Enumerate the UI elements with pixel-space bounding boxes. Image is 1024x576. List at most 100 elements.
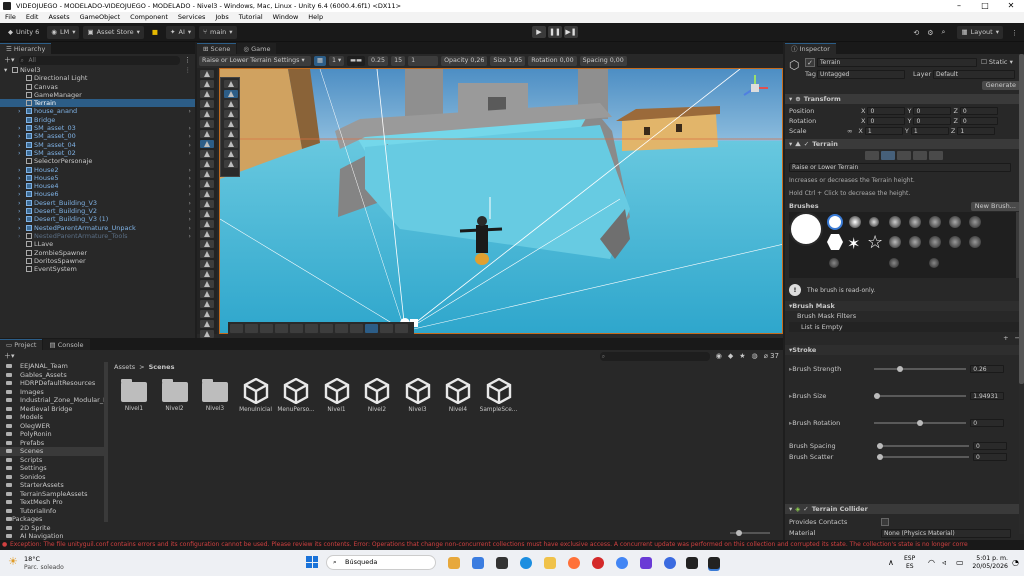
- package-item[interactable]: AI Navigation: [0, 532, 108, 540]
- generate-button[interactable]: Generate: [981, 81, 1020, 90]
- menu-file[interactable]: File: [0, 12, 21, 23]
- transform-scale-x-field[interactable]: 1: [864, 127, 903, 135]
- terrain-tool-dropdown[interactable]: Raise or Lower Terrain: [789, 162, 1011, 172]
- transform-rotation-x-field[interactable]: 0: [867, 117, 906, 125]
- terrain-tool-icon[interactable]: [200, 250, 214, 258]
- menu-window[interactable]: Window: [268, 12, 304, 23]
- hierarchy-item[interactable]: LLave: [0, 240, 195, 248]
- chevron-right-icon[interactable]: ›: [18, 107, 21, 115]
- prefab-open-icon[interactable]: ›: [188, 166, 191, 174]
- hierarchy-item[interactable]: EventSystem: [0, 265, 195, 273]
- prefab-open-icon[interactable]: ›: [188, 232, 191, 240]
- status-bar[interactable]: ● Exception: The file unityguil.conf con…: [0, 540, 1024, 550]
- transform-tool-icon[interactable]: [224, 120, 238, 128]
- rotation-field[interactable]: Rotation 0,00: [528, 56, 577, 66]
- menu-component[interactable]: Component: [125, 12, 173, 23]
- terrain-tool-icon[interactable]: [200, 270, 214, 278]
- collider-enabled-checkbox[interactable]: ✓: [803, 505, 808, 513]
- folder-item[interactable]: Models: [0, 413, 108, 422]
- search-icon[interactable]: ⌕: [942, 28, 946, 37]
- hierarchy-item[interactable]: › House2 ›: [0, 166, 195, 174]
- brush-circle-icon[interactable]: [827, 214, 843, 230]
- hierarchy-item[interactable]: DoritosSpawner: [0, 257, 195, 265]
- spacing-field[interactable]: Spacing 0,00: [579, 56, 627, 66]
- brush-rotation-field[interactable]: 0: [970, 418, 1005, 427]
- folder-item[interactable]: Images: [0, 388, 108, 397]
- prefab-open-icon[interactable]: ›: [188, 107, 191, 115]
- add-icon[interactable]: ＋▾: [4, 351, 15, 361]
- star-icon[interactable]: ★: [739, 352, 745, 360]
- scene-root[interactable]: ▾ Nivel3 ⋮: [0, 66, 195, 74]
- brush-size-slider[interactable]: [874, 392, 967, 399]
- folder-item[interactable]: TerrainSampleAssets: [0, 490, 108, 499]
- hierarchy-item[interactable]: › House6 ›: [0, 190, 195, 198]
- material-field[interactable]: None (Physics Material): [881, 528, 1011, 538]
- firefox-icon[interactable]: [568, 557, 580, 569]
- brush-noise-icon[interactable]: [929, 258, 939, 268]
- brush-noise-icon[interactable]: [889, 236, 901, 248]
- scene-asset[interactable]: MenuInicial: [236, 377, 276, 413]
- hierarchy-item[interactable]: › SM_asset_00 ›: [0, 132, 195, 140]
- folder-item[interactable]: StarterAssets: [0, 481, 108, 490]
- scene-asset[interactable]: Nivel3: [398, 377, 438, 413]
- chevron-right-icon[interactable]: ›: [18, 232, 21, 240]
- scene-view-tool-icon[interactable]: [305, 323, 318, 333]
- chevron-right-icon[interactable]: ›: [18, 182, 21, 190]
- folder-scrollbar[interactable]: [104, 362, 108, 522]
- chevron-right-icon[interactable]: ›: [18, 132, 21, 140]
- tab-console[interactable]: ▤ Console: [43, 339, 90, 350]
- copilot-icon[interactable]: [472, 557, 484, 569]
- transform-tool-icon[interactable]: [224, 90, 238, 98]
- hierarchy-item[interactable]: › House5 ›: [0, 174, 195, 182]
- prefab-open-icon[interactable]: ›: [188, 174, 191, 182]
- folder-asset[interactable]: Nivel1: [114, 379, 154, 412]
- menu-help[interactable]: Help: [303, 12, 328, 23]
- menu-edit[interactable]: Edit: [21, 12, 44, 23]
- folder-item[interactable]: Sonidos: [0, 473, 108, 482]
- folder-item[interactable]: Gables_Assets: [0, 371, 108, 380]
- tab-game[interactable]: ◎ Game: [237, 43, 277, 54]
- brush-noise-icon[interactable]: [889, 258, 899, 268]
- more-icon[interactable]: ⋮: [184, 56, 191, 64]
- app-icon-2[interactable]: [664, 557, 676, 569]
- brush-spacing-slider-knob[interactable]: [877, 442, 883, 449]
- menu-tutorial[interactable]: Tutorial: [234, 12, 268, 23]
- scene-view-tool-icon[interactable]: [335, 323, 348, 333]
- scene-asset[interactable]: Nivel4: [438, 377, 478, 413]
- unity-hub-icon[interactable]: [686, 557, 698, 569]
- scene-asset[interactable]: MenuPerso...: [276, 377, 316, 413]
- inspector-scrollbar-thumb[interactable]: [1019, 54, 1024, 384]
- minimize-button[interactable]: –: [946, 0, 972, 12]
- scene-view-tool-icon[interactable]: [290, 323, 303, 333]
- chevron-right-icon[interactable]: ›: [18, 149, 21, 157]
- static-toggle[interactable]: ☐ Static ▾: [981, 58, 1013, 66]
- prefab-open-icon[interactable]: ›: [188, 124, 191, 132]
- tab-hierarchy[interactable]: ☰ Hierarchy: [0, 43, 52, 54]
- terrain-tool-icon[interactable]: [200, 100, 214, 108]
- prefab-open-icon[interactable]: ›: [188, 224, 191, 232]
- tag-icon[interactable]: ◆: [728, 352, 733, 360]
- more-icon[interactable]: ⋮: [1011, 29, 1018, 37]
- folder-item[interactable]: HDRPDefaultResources: [0, 379, 108, 388]
- tab-project[interactable]: ▭ Project: [0, 339, 43, 350]
- task-view-icon[interactable]: [496, 557, 508, 569]
- transform-scale-y-field[interactable]: 1: [910, 127, 949, 135]
- edge-icon[interactable]: [520, 557, 532, 569]
- undo-history-icon[interactable]: ⟲: [913, 29, 919, 37]
- prefab-open-icon[interactable]: ›: [188, 141, 191, 149]
- brush-noise-icon[interactable]: [909, 236, 921, 248]
- chevron-right-icon[interactable]: ›: [18, 190, 21, 198]
- brush-spacing-field[interactable]: 0: [973, 441, 1007, 450]
- brush-preview-icon[interactable]: ▬▬: [347, 56, 366, 66]
- add-item-icon[interactable]: +: [1003, 334, 1008, 342]
- hierarchy-item[interactable]: › Desert_Building_V2 ›: [0, 207, 195, 215]
- provides-contacts-checkbox[interactable]: [881, 518, 889, 526]
- brush-noise-icon[interactable]: [829, 258, 839, 268]
- brush-spacing-slider[interactable]: [877, 442, 969, 449]
- folder-asset[interactable]: Nivel2: [155, 379, 195, 412]
- tab-inspector[interactable]: ⓘ Inspector: [785, 43, 836, 54]
- detail-tool-icon[interactable]: [913, 151, 927, 160]
- prefab-open-icon[interactable]: ›: [188, 132, 191, 140]
- scene-view-tool-icon[interactable]: [230, 323, 243, 333]
- menu-assets[interactable]: Assets: [43, 12, 74, 23]
